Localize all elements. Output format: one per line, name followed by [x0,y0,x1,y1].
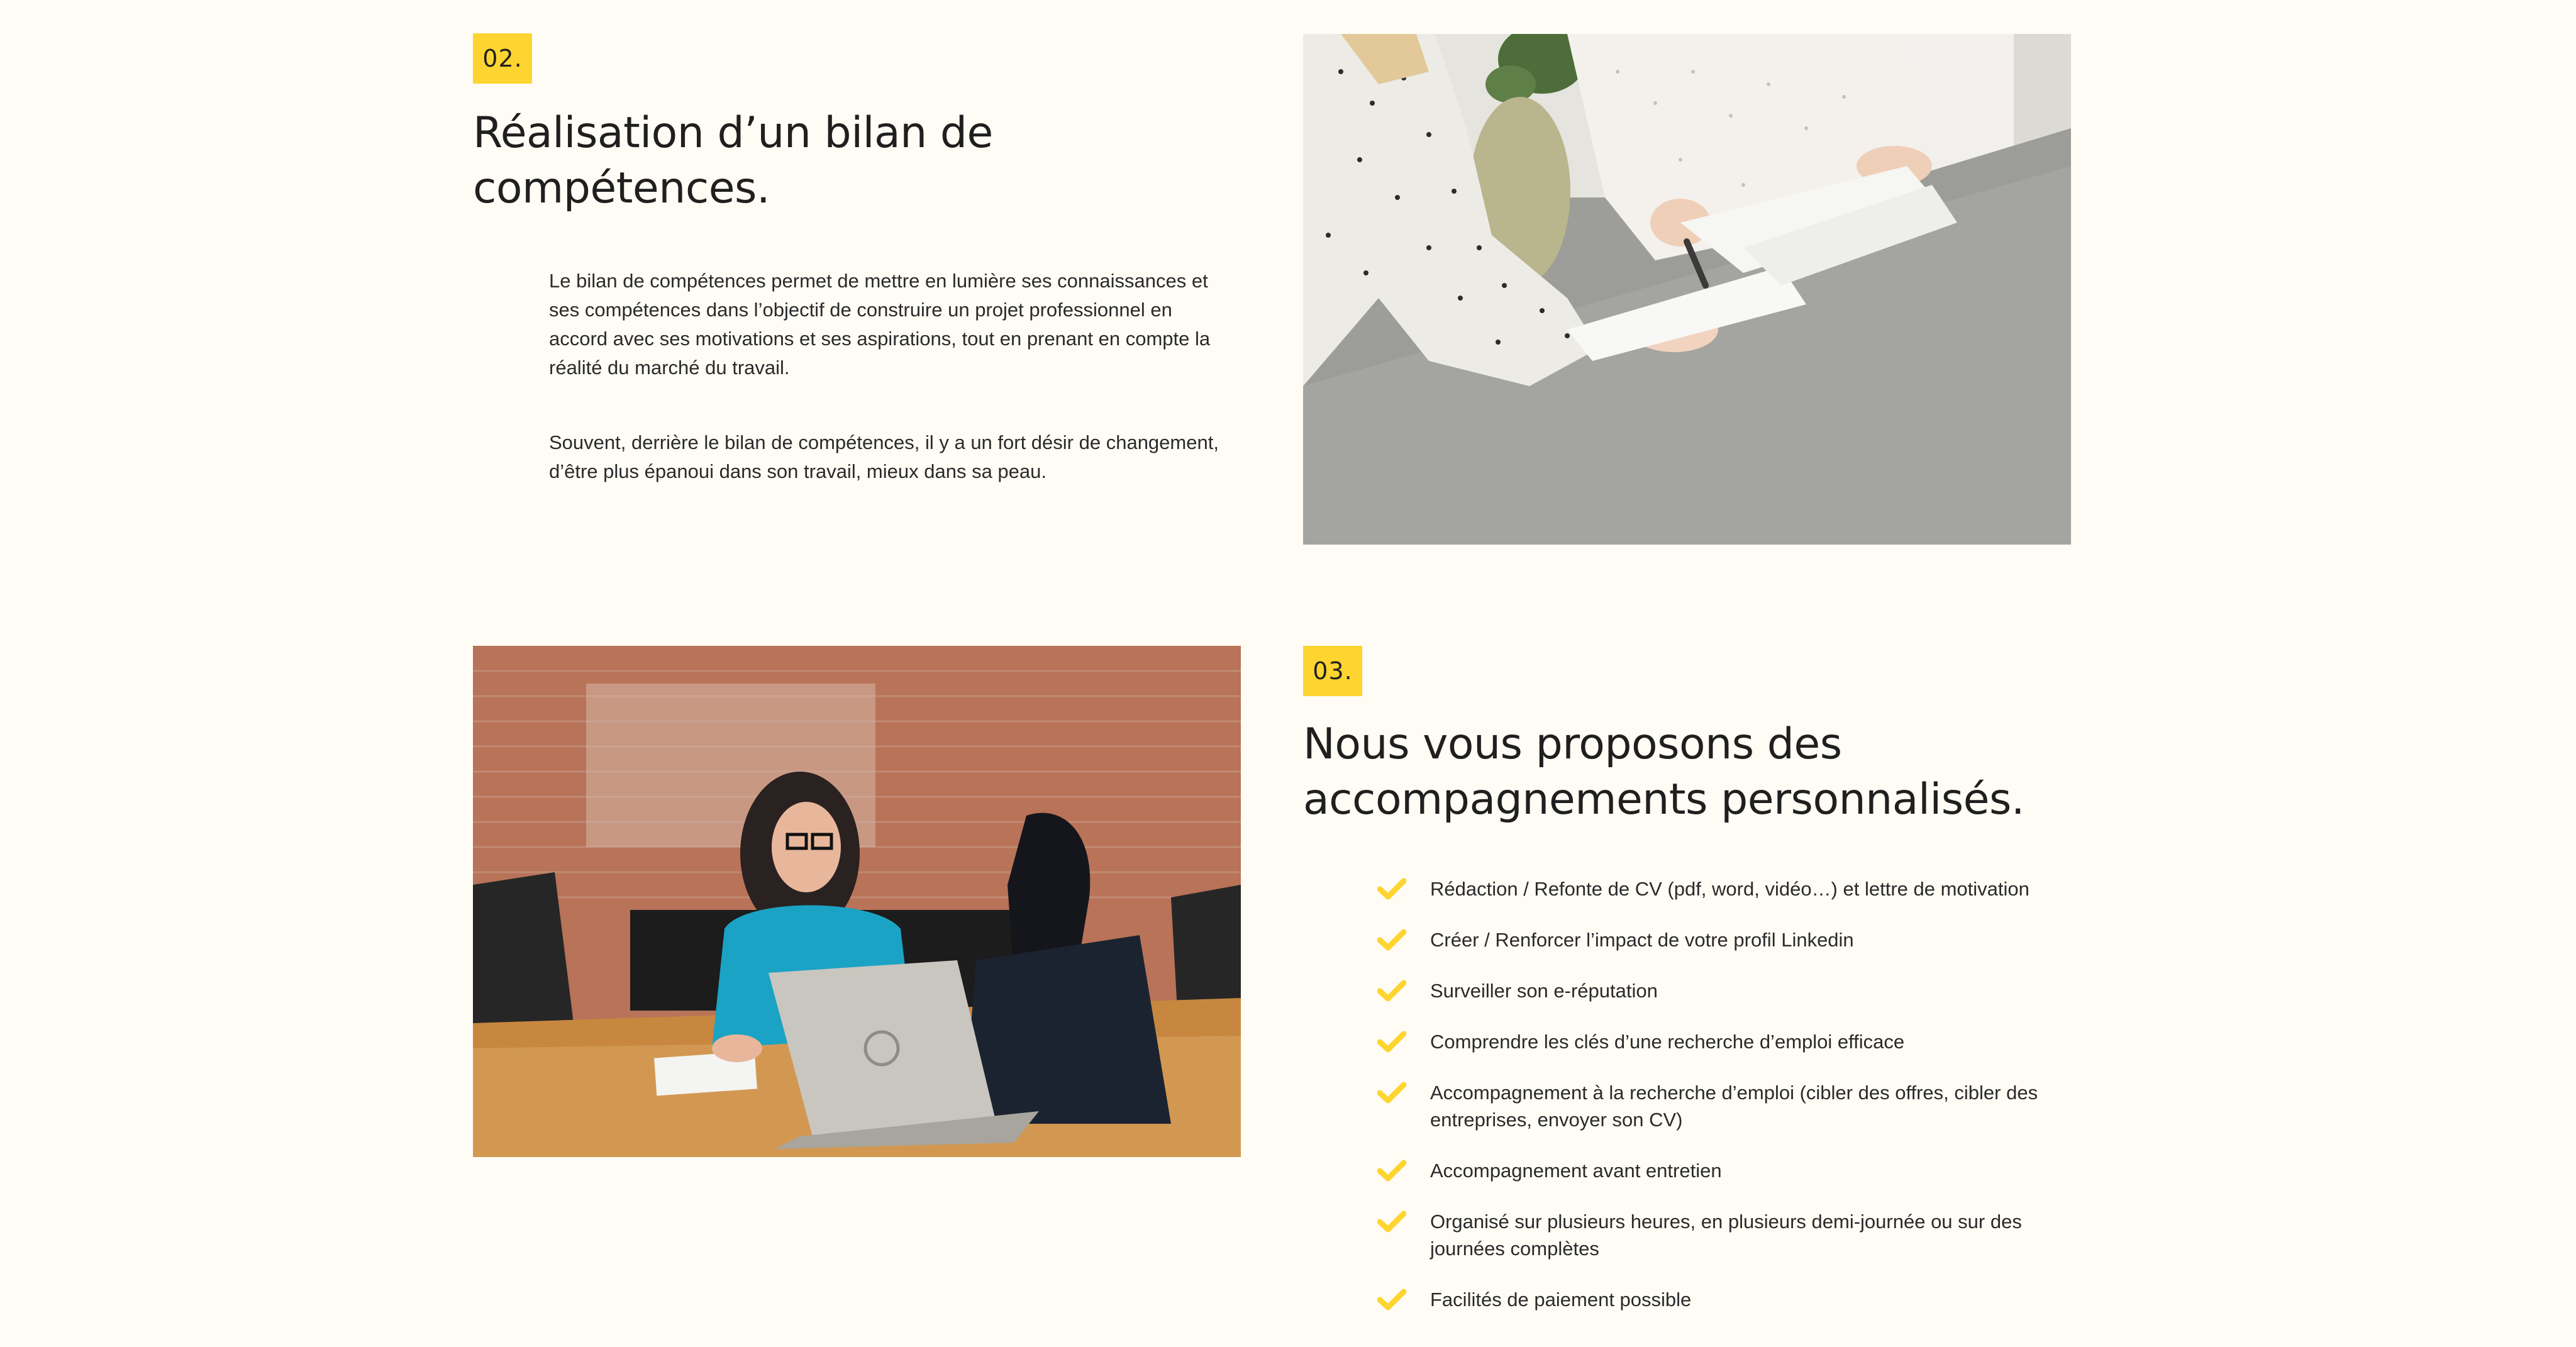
checklist-item-text: Créer / Renforcer l’impact de votre prof… [1430,929,1854,951]
checklist-item-text: Accompagnement à la recherche d’emploi (… [1430,1082,2038,1131]
paragraph1-line: ses compétences dans l’objectif de const… [549,299,1172,321]
check-icon [1377,878,1406,900]
check-icon [1377,1082,1406,1104]
checklist-item-text: Accompagnement avant entretien [1430,1160,1722,1182]
check-icon [1377,1160,1406,1182]
section-title-02: Réalisation d’un bilan de compétences. [473,106,993,216]
paragraph2-line: Souvent, derrière le bilan de compétence… [549,431,1219,453]
check-icon [1377,1031,1406,1053]
bilan-description-paragraph: Le bilan de compétences permet de mettre… [549,267,1272,382]
bilan-motivation-paragraph: Souvent, derrière le bilan de compétence… [549,428,1272,486]
checklist-item-text: Facilités de paiement possible [1430,1289,1692,1311]
checklist-item: Rédaction / Refonte de CV (pdf, word, vi… [1377,875,2101,902]
paragraph2-line: d’être plus épanoui dans son travail, mi… [549,460,1046,482]
checklist-item-text: Organisé sur plusieurs heures, en plusie… [1430,1211,2022,1260]
section-number-badge-03: 03. [1303,646,1362,696]
paragraph1-line: réalité du marché du travail. [549,357,790,379]
checklist-item: Comprendre les clés d’une recherche d’em… [1377,1028,2101,1055]
check-icon [1377,929,1406,951]
checklist-item-text: Surveiller son e-réputation [1430,980,1658,1002]
checklist-item: Organisé sur plusieurs heures, en plusie… [1377,1208,2101,1262]
section-title-02-line2: compétences. [473,164,770,213]
section-title-03-line1: Nous vous proposons des [1303,719,1842,769]
section-title-03: Nous vous proposons des accompagnements … [1303,717,2025,828]
check-icon [1377,980,1406,1002]
laptop-meeting-photo [473,646,1241,1157]
checklist-item-text: Rédaction / Refonte de CV (pdf, word, vi… [1430,878,2029,900]
section-number-badge-02: 02. [473,33,532,84]
checklist-item: Créer / Renforcer l’impact de votre prof… [1377,926,2101,953]
section-title-03-line2: accompagnements personnalisés. [1303,775,2025,824]
checklist-item: Facilités de paiement possible [1377,1286,2101,1313]
check-icon [1377,1211,1406,1233]
paragraph1-line: accord avec ses motivations et ses aspir… [549,328,1211,350]
checklist-item-text: Comprendre les clés d’une recherche d’em… [1430,1031,1905,1053]
meeting-writing-photo [1303,34,2071,545]
services-checklist: Rédaction / Refonte de CV (pdf, word, vi… [1377,875,2101,1337]
checklist-item: Accompagnement avant entretien [1377,1157,2101,1184]
checklist-item: Surveiller son e-réputation [1377,977,2101,1004]
checklist-item: Accompagnement à la recherche d’emploi (… [1377,1079,2101,1133]
section-title-02-line1: Réalisation d’un bilan de [473,108,993,158]
paragraph1-line: Le bilan de compétences permet de mettre… [549,270,1208,292]
check-icon [1377,1289,1406,1311]
